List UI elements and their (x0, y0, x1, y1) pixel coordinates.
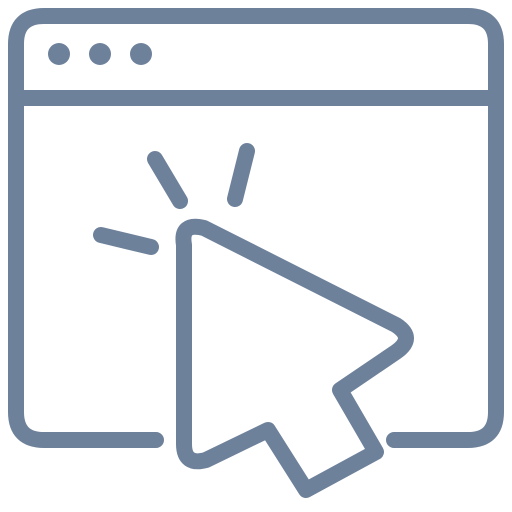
window-dot-2 (89, 43, 111, 65)
browser-click-icon (8, 8, 504, 498)
browser-window-icon (8, 8, 504, 448)
icon-canvas (0, 0, 512, 512)
window-dot-1 (48, 43, 70, 65)
window-dot-3 (130, 43, 152, 65)
window-control-dots-icon (48, 43, 152, 65)
window-frame (8, 8, 504, 448)
cursor-outline (175, 218, 414, 498)
mouse-cursor-icon (175, 218, 414, 498)
burst-line-right (227, 143, 255, 207)
burst-line-left (93, 227, 159, 255)
burst-line-middle (147, 151, 188, 209)
